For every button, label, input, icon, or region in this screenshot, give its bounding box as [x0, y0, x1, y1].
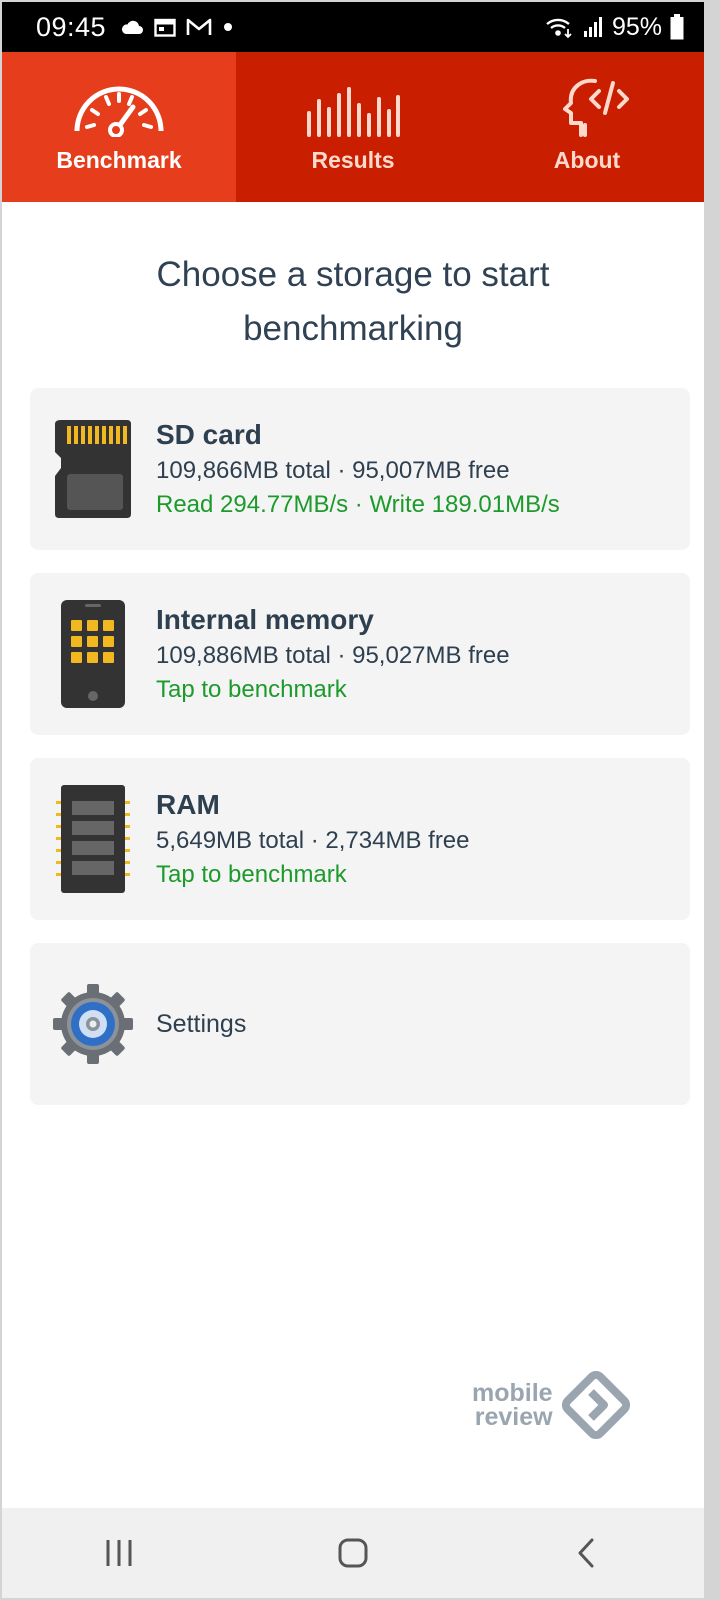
notification-icons — [120, 17, 234, 37]
tab-label-benchmark: Benchmark — [56, 147, 182, 173]
battery-icon — [670, 14, 684, 40]
watermark-line1: mobile — [472, 1379, 553, 1407]
home-button[interactable] — [308, 1523, 398, 1583]
storage-status: Read 294.77MB/s · Write 189.01MB/s — [156, 491, 560, 518]
cloud-icon — [122, 20, 144, 34]
storage-title: RAM — [156, 789, 220, 820]
ram-chip-icon — [56, 785, 130, 893]
dot-icon — [224, 23, 233, 31]
storage-card-ram[interactable]: RAM 5,649MB total · 2,734MB free Tap to … — [30, 758, 690, 920]
phone-icon — [61, 600, 125, 708]
status-right: 95% — [544, 13, 684, 42]
home-icon — [338, 1538, 368, 1568]
storage-status: Tap to benchmark — [156, 861, 347, 888]
page-title-line2: benchmarking — [243, 309, 463, 348]
settings-card[interactable]: Settings — [30, 943, 690, 1105]
recents-icon — [106, 1540, 132, 1566]
status-bar: 09:45 95% — [2, 2, 704, 52]
status-time: 09:45 — [36, 11, 107, 42]
back-icon — [578, 1538, 594, 1568]
diamond-chevron-icon — [561, 1370, 630, 1440]
watermark-logo: mobile review — [472, 1368, 633, 1442]
battery-percent: 95% — [611, 12, 662, 41]
sd-card-icon — [55, 420, 131, 518]
storage-info: 5,649MB total · 2,734MB free — [156, 827, 470, 854]
system-nav-bar — [2, 1508, 704, 1598]
recents-button[interactable] — [74, 1523, 164, 1583]
storage-info: 109,866MB total · 95,007MB free — [156, 457, 510, 484]
storage-info: 109,886MB total · 95,027MB free — [156, 642, 510, 669]
tab-bar: Benchmark Results About — [2, 52, 704, 202]
back-button[interactable] — [542, 1523, 632, 1583]
gmail-icon — [186, 18, 212, 35]
storage-card-internal[interactable]: Internal memory 109,886MB total · 95,027… — [30, 573, 690, 735]
page-title: Choose a storage to start benchmarking — [2, 248, 704, 356]
page-title-line1: Choose a storage to start — [156, 255, 550, 294]
tab-results[interactable]: Results — [236, 52, 470, 202]
watermark-line2: review — [474, 1403, 553, 1431]
watermark-text: mobile review — [472, 1379, 553, 1431]
tab-benchmark[interactable]: Benchmark — [2, 52, 236, 202]
head-code-icon — [563, 78, 629, 137]
signal-icon — [583, 17, 602, 37]
storage-title: SD card — [156, 419, 262, 450]
calendar-icon — [154, 18, 176, 37]
wifi-icon — [546, 18, 572, 39]
tab-about[interactable]: About — [470, 52, 704, 202]
storage-card-sd[interactable]: SD card 109,866MB total · 95,007MB free … — [30, 388, 690, 550]
bars-icon — [307, 87, 400, 137]
settings-label: Settings — [156, 1009, 247, 1038]
tab-label-about: About — [553, 147, 621, 173]
tab-label-results: Results — [311, 147, 395, 173]
gear-icon — [53, 984, 133, 1064]
storage-title: Internal memory — [156, 604, 374, 635]
speedometer-icon — [74, 86, 164, 137]
storage-status: Tap to benchmark — [156, 676, 347, 703]
